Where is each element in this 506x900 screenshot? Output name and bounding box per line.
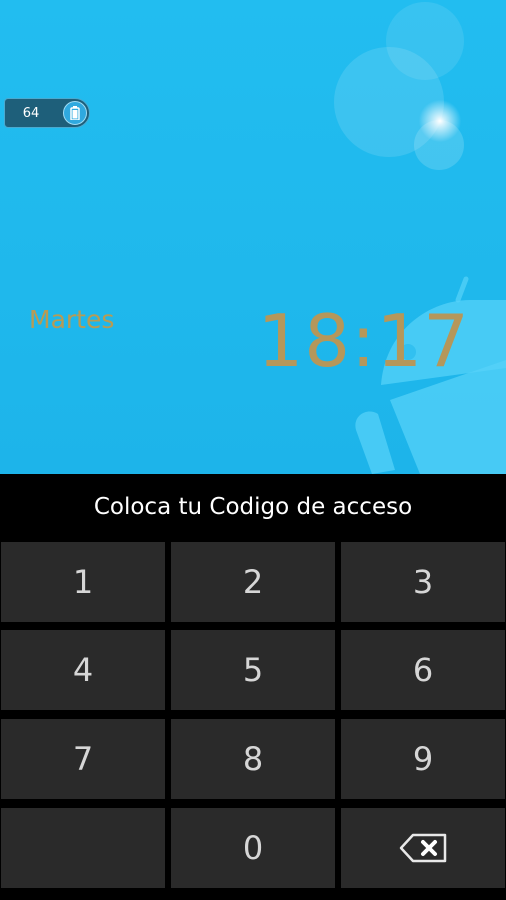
key-5[interactable]: 5 <box>171 630 335 710</box>
pin-keypad: 1 2 3 4 5 6 7 8 9 0 <box>0 540 506 900</box>
android-robot-icon <box>355 276 506 474</box>
key-4[interactable]: 4 <box>1 630 165 710</box>
key-8[interactable]: 8 <box>171 719 335 799</box>
key-2[interactable]: 2 <box>171 542 335 622</box>
key-9[interactable]: 9 <box>341 719 505 799</box>
day-label: Martes <box>29 305 115 334</box>
backspace-button[interactable] <box>341 808 505 888</box>
battery-widget: 64 <box>4 98 90 128</box>
wallpaper: 64 Martes 18:17 <box>0 0 506 474</box>
key-1[interactable]: 1 <box>1 542 165 622</box>
battery-level: 64 <box>22 105 40 121</box>
lock-screen: 64 Martes 18:17 Coloca tu Codigo de acce… <box>0 0 506 900</box>
battery-icon <box>63 101 87 125</box>
backspace-icon <box>399 833 447 863</box>
clock-time: 18:17 <box>257 299 470 383</box>
key-0[interactable]: 0 <box>171 808 335 888</box>
key-3[interactable]: 3 <box>341 542 505 622</box>
key-blank <box>1 808 165 888</box>
pin-prompt-bar: Coloca tu Codigo de acceso <box>0 474 506 540</box>
key-7[interactable]: 7 <box>1 719 165 799</box>
key-6[interactable]: 6 <box>341 630 505 710</box>
pin-prompt: Coloca tu Codigo de acceso <box>93 494 413 520</box>
